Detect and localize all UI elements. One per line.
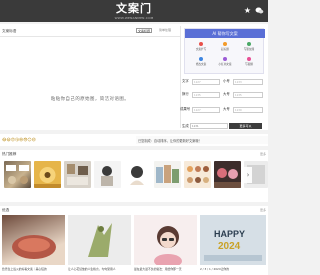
select-label: 生成 — [182, 123, 189, 128]
outline-icon — [247, 57, 251, 61]
featured-section: 优选 更多 HAPPY 2024 给男生上班火的好看文案｜美心短的 让人心花绽放的… — [0, 206, 268, 275]
caption-1[interactable]: 给男生上班火的好看文案｜美心短的 — [2, 267, 65, 271]
thumb-7[interactable] — [184, 161, 211, 188]
featured-image-3[interactable] — [134, 215, 197, 265]
form-row-2: 换行 1135 — [182, 91, 222, 98]
next-arrow-icon[interactable]: › — [244, 167, 252, 183]
caption-3[interactable]: 最在最大最不负的说法：用给你那一天 — [134, 267, 197, 271]
thumb-2[interactable] — [34, 161, 61, 188]
more-button[interactable]: 更多可以 — [229, 123, 262, 129]
ai-outline[interactable]: 写提纲 — [239, 57, 259, 66]
form-row-3b: 大号 1130 — [223, 106, 263, 113]
form-row-2b: 大号 1135 — [223, 91, 263, 98]
logo-subtitle: WWW.WENANMEN.COM — [114, 16, 154, 20]
result-input[interactable]: 1127 — [192, 106, 220, 113]
generate-select[interactable]: 1131 — [190, 123, 228, 129]
hot-section: 热门推荐 更多 › — [0, 150, 268, 202]
font-input[interactable]: 1127 — [192, 78, 220, 85]
star-icon[interactable]: ★ — [243, 6, 252, 15]
expand-icon — [199, 42, 203, 46]
thumb-1[interactable] — [4, 161, 31, 188]
form-row-1: 文字 1127 — [182, 78, 222, 85]
edit-icon — [199, 57, 203, 61]
wechat-icon[interactable] — [255, 6, 264, 15]
large-size-input[interactable]: 1135 — [233, 91, 263, 98]
tab-simple[interactable]: 简单处理 — [158, 28, 172, 33]
featured-title: 优选 — [2, 208, 10, 212]
featured-image-1[interactable] — [2, 215, 65, 265]
emoji-row[interactable]: 😂😀😍😘😆😎😊😄 — [2, 137, 36, 142]
ai-edit[interactable]: 修改文案 — [191, 57, 211, 66]
top-header: 文案门 WWW.WENANMEN.COM ★ — [0, 0, 268, 22]
svg-text:HAPPY: HAPPY — [214, 229, 245, 239]
caption-4[interactable]: 2 / 3 / 1 / 2024让你的 — [200, 267, 266, 271]
thumb-5[interactable] — [124, 161, 151, 188]
large-size-input-2[interactable]: 1130 — [233, 106, 263, 113]
ai-writer-box: AI 帮你写文案 文案扩写 起标题 写朋友圈 修改文案 小红书文案 写提纲 — [184, 28, 265, 74]
small-size-input[interactable]: 1133 — [233, 78, 263, 85]
hot-section-title: 热门推荐 — [2, 152, 17, 156]
ai-expand[interactable]: 文案扩写 — [191, 42, 211, 51]
xiaohongshu-icon — [223, 57, 227, 61]
ai-title[interactable]: AI 帮你写文案 — [185, 29, 265, 38]
caption-2[interactable]: 让人心花绽放的人生格言，句句受用人 — [68, 267, 131, 271]
wrap-input[interactable]: 1135 — [192, 91, 220, 98]
hot-section-more[interactable]: 更多 — [260, 152, 266, 156]
svg-text:2024: 2024 — [218, 241, 241, 252]
tab-title[interactable]: 文案标题 — [136, 28, 153, 33]
featured-image-4[interactable]: HAPPY 2024 — [200, 215, 266, 265]
ai-moments[interactable]: 写朋友圈 — [239, 42, 259, 51]
thumb-6[interactable] — [154, 161, 181, 188]
headline-icon — [223, 42, 227, 46]
form-row-1b: 小号 1133 — [223, 78, 263, 85]
editor-divider — [0, 36, 180, 37]
ai-xiaohongshu[interactable]: 小红书文案 — [215, 57, 235, 66]
featured-image-2[interactable] — [68, 215, 131, 265]
thumb-8[interactable] — [214, 161, 241, 188]
thumb-3[interactable] — [64, 161, 91, 188]
form-row-3: 成果号 1127 — [180, 106, 224, 113]
emoji-strip: 😂😀😍😘😆😎😊😄 已复制成：自动排序，让你的更新好文案哦！ — [0, 134, 268, 146]
featured-more[interactable]: 更多 — [260, 208, 266, 212]
copy-notice: 已复制成：自动排序，让你的更新好文案哦！ — [138, 138, 202, 143]
ai-headline[interactable]: 起标题 — [215, 42, 235, 51]
editor-panel: 文案标语 文案标题 简单处理 粘贴你自己的原始图，简洁对语图。 AI 帮你写文案… — [0, 24, 268, 130]
editor-placeholder[interactable]: 粘贴你自己的原始图，简洁对语图。 — [0, 96, 180, 102]
moments-icon — [247, 42, 251, 46]
thumb-4[interactable] — [94, 161, 121, 188]
editor-title: 文案标语 — [2, 29, 17, 33]
logo-text: 文案门 — [116, 2, 152, 15]
site-logo[interactable]: 文案门 WWW.WENANMEN.COM — [104, 2, 164, 21]
